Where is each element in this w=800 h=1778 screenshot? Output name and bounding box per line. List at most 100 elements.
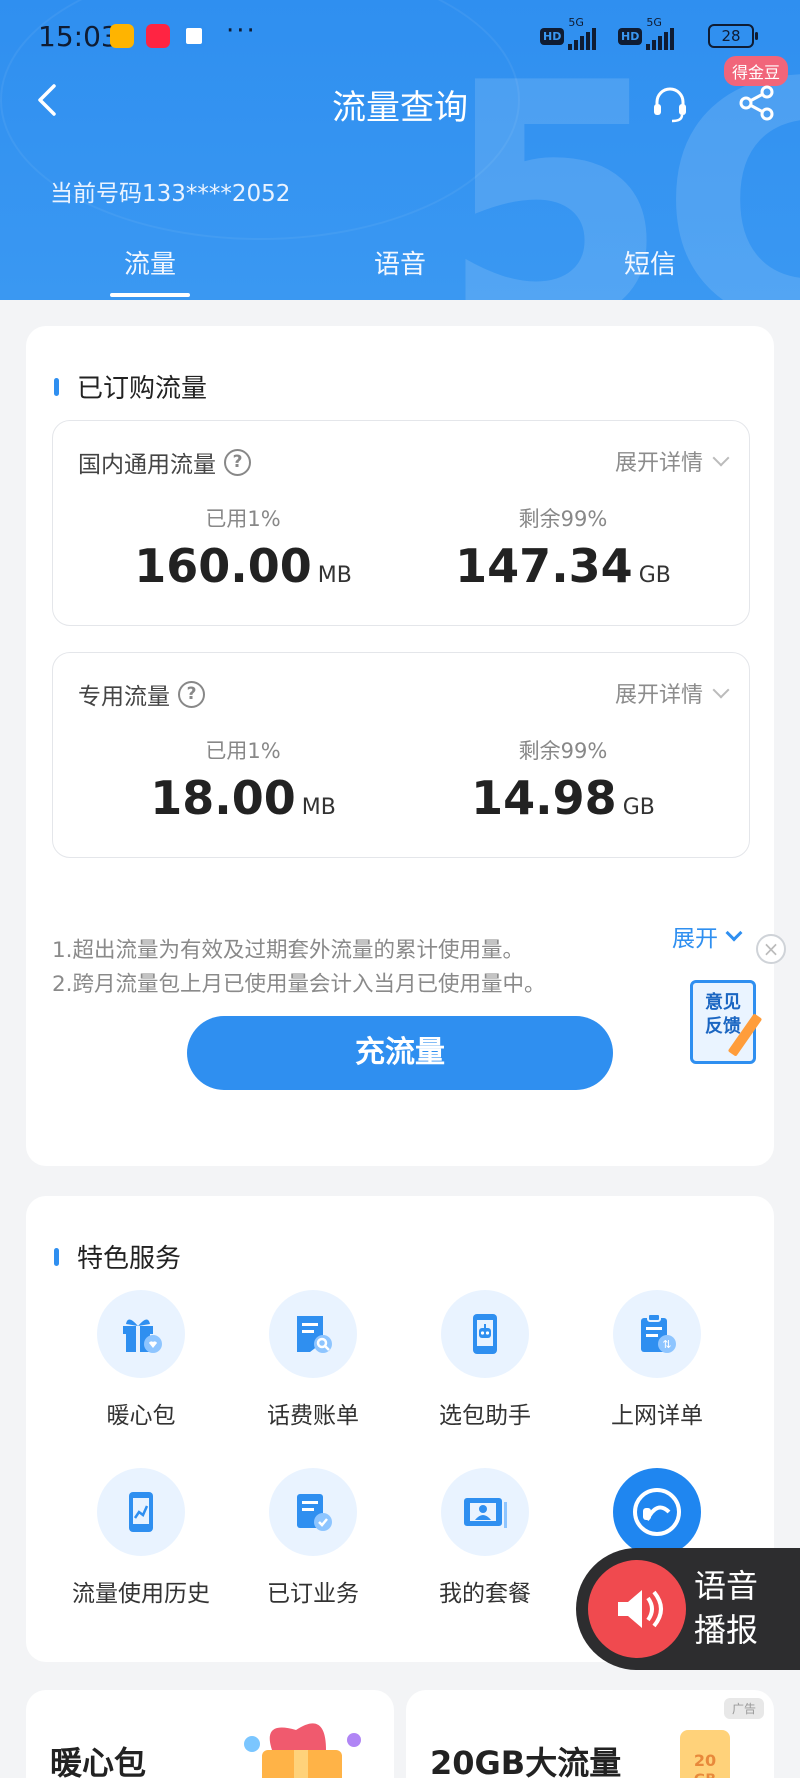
tab-sms[interactable]: 短信: [580, 244, 720, 281]
headset-icon[interactable]: [650, 84, 690, 124]
voice-broadcast-button[interactable]: 语音 播报: [576, 1548, 800, 1670]
remaining-unit: GB: [622, 795, 655, 820]
notification-app-icon: [182, 24, 206, 48]
svg-text:20: 20: [694, 1751, 716, 1770]
expand-details-button[interactable]: 展开详情: [614, 677, 730, 709]
plan-name-row: 国内通用流量 ?: [78, 445, 251, 479]
plan-name: 专用流量: [78, 684, 170, 710]
expand-details-label: 展开详情: [614, 451, 703, 476]
note-line: 2.跨月流量包上月已使用量会计入当月已使用量中。: [52, 972, 546, 997]
used-value-row: 160.00 MB: [93, 539, 393, 593]
clipboard-icon: ⇅: [613, 1290, 701, 1378]
speaker-icon: [588, 1560, 686, 1658]
service-item-internet-details[interactable]: ⇅ 上网详单: [577, 1290, 737, 1430]
voice-broadcast-label: 语音 播报: [694, 1564, 758, 1652]
remaining-stat: 剩余99% 147.34 GB: [413, 503, 713, 593]
recharge-data-button[interactable]: 充流量: [187, 1016, 613, 1090]
service-label: 已订业务: [267, 1581, 359, 1607]
remaining-label: 剩余99%: [518, 507, 608, 531]
used-label: 已用1%: [205, 507, 281, 531]
battery-icon: 28: [708, 24, 758, 48]
plan-name-row: 专用流量 ?: [78, 677, 205, 711]
used-value: 18.00: [150, 771, 296, 825]
weibo-app-icon: [110, 24, 134, 48]
plan-name: 国内通用流量: [78, 452, 216, 478]
plan-card-domestic: 国内通用流量 ? 展开详情 已用1% 160.00 MB 剩余99% 147.34…: [52, 420, 750, 626]
service-label: 选包助手: [439, 1403, 531, 1429]
section-title-subscribed: 已订购流量: [54, 368, 207, 405]
phone-chart-icon: [97, 1468, 185, 1556]
remaining-value-row: 14.98 GB: [413, 771, 713, 825]
robot-phone-icon: [441, 1290, 529, 1378]
service-label: 暖心包: [106, 1403, 176, 1429]
expand-details-label: 展开详情: [614, 683, 703, 708]
used-unit: MB: [317, 563, 352, 588]
feedback-close-icon[interactable]: ×: [756, 934, 786, 964]
service-item-care-pack[interactable]: 暖心包: [61, 1290, 221, 1430]
ad-tag: 广告: [723, 1698, 764, 1719]
remaining-unit: GB: [638, 563, 671, 588]
used-value: 160.00: [134, 539, 312, 593]
service-item-package-assistant[interactable]: 选包助手: [405, 1290, 565, 1430]
tab-bar: 流量 语音 短信: [0, 244, 800, 297]
voice-label-line: 播报: [694, 1611, 759, 1649]
notes-expand-label: 展开: [672, 926, 718, 952]
service-item-subscribed-services[interactable]: 已订业务: [233, 1468, 393, 1608]
20gb-illustration-icon: 20 GB: [680, 1730, 730, 1778]
service-item-my-plan[interactable]: 我的套餐: [405, 1468, 565, 1608]
expand-details-button[interactable]: 展开详情: [614, 445, 730, 477]
gift-icon: [97, 1290, 185, 1378]
coin-badge[interactable]: 得金豆: [724, 56, 789, 86]
service-item-phone-bill[interactable]: 话费账单: [233, 1290, 393, 1430]
5g-label: 5G: [646, 16, 662, 29]
feedback-button[interactable]: 意见 反馈: [690, 980, 756, 1064]
usage-notes: 1.超出流量为有效及过期套外流量的累计使用量。 2.跨月流量包上月已使用量会计入…: [52, 934, 546, 1002]
xiaohongshu-app-icon: [146, 24, 170, 48]
used-label: 已用1%: [205, 739, 281, 763]
chevron-down-icon: [712, 449, 730, 467]
signal-bars-icon: 5G: [646, 16, 675, 50]
used-value-row: 18.00 MB: [93, 771, 393, 825]
notes-expand-button[interactable]: 展开: [672, 919, 743, 953]
service-item-usage-history[interactable]: 流量使用历史: [61, 1468, 221, 1608]
promo-card-20gb[interactable]: 20GB大流量 广告 20 GB: [406, 1690, 774, 1778]
remaining-label: 剩余99%: [518, 739, 608, 763]
tab-voice[interactable]: 语音: [330, 244, 470, 281]
bill-search-icon: [269, 1290, 357, 1378]
remaining-stat: 剩余99% 14.98 GB: [413, 735, 713, 825]
id-card-icon: [441, 1468, 529, 1556]
used-stat: 已用1% 160.00 MB: [93, 503, 393, 593]
service-label: 上网详单: [611, 1403, 703, 1429]
status-bar: 15:03 ··· HD 5G HD 5G 28: [0, 0, 800, 72]
subscribed-data-card: 已订购流量 国内通用流量 ? 展开详情 已用1% 160.00 MB 剩余99% …: [26, 326, 774, 1166]
help-icon[interactable]: ?: [178, 680, 205, 708]
customer-service-icon: [613, 1468, 701, 1556]
current-phone-number: 当前号码133****2052: [50, 181, 291, 207]
sim1-signal: HD 5G: [540, 16, 597, 50]
svg-text:⇅: ⇅: [662, 1338, 671, 1351]
voice-label-line: 语音: [694, 1567, 759, 1605]
chevron-down-icon: [725, 924, 743, 942]
service-label: 话费账单: [267, 1403, 359, 1429]
feedback-label: 意见: [705, 992, 741, 1013]
more-notifications-icon: ···: [226, 16, 257, 46]
share-icon[interactable]: [738, 84, 776, 122]
plan-card-dedicated: 专用流量 ? 展开详情 已用1% 18.00 MB 剩余99% 14.98 GB: [52, 652, 750, 858]
service-label: 我的套餐: [439, 1581, 531, 1607]
tab-data[interactable]: 流量: [80, 244, 220, 297]
gift-box-illustration-icon: [244, 1723, 361, 1778]
note-line: 1.超出流量为有效及过期套外流量的累计使用量。: [52, 938, 525, 963]
remaining-value: 147.34: [455, 539, 633, 593]
header: 5G 15:03 ··· HD 5G HD 5G 28 流量查询 得金豆 当前号…: [0, 0, 800, 300]
hd-icon: HD: [618, 27, 643, 45]
chevron-down-icon: [712, 681, 730, 699]
promo-title: 20GB大流量: [430, 1744, 622, 1778]
promo-card-care-pack[interactable]: 暖心包: [26, 1690, 394, 1778]
help-icon[interactable]: ?: [224, 448, 251, 476]
service-label: 流量使用历史: [72, 1581, 210, 1607]
used-stat: 已用1% 18.00 MB: [93, 735, 393, 825]
5g-label: 5G: [568, 16, 584, 29]
section-title-services: 特色服务: [54, 1238, 181, 1275]
promo-title: 暖心包: [50, 1744, 147, 1778]
remaining-value: 14.98: [471, 771, 617, 825]
